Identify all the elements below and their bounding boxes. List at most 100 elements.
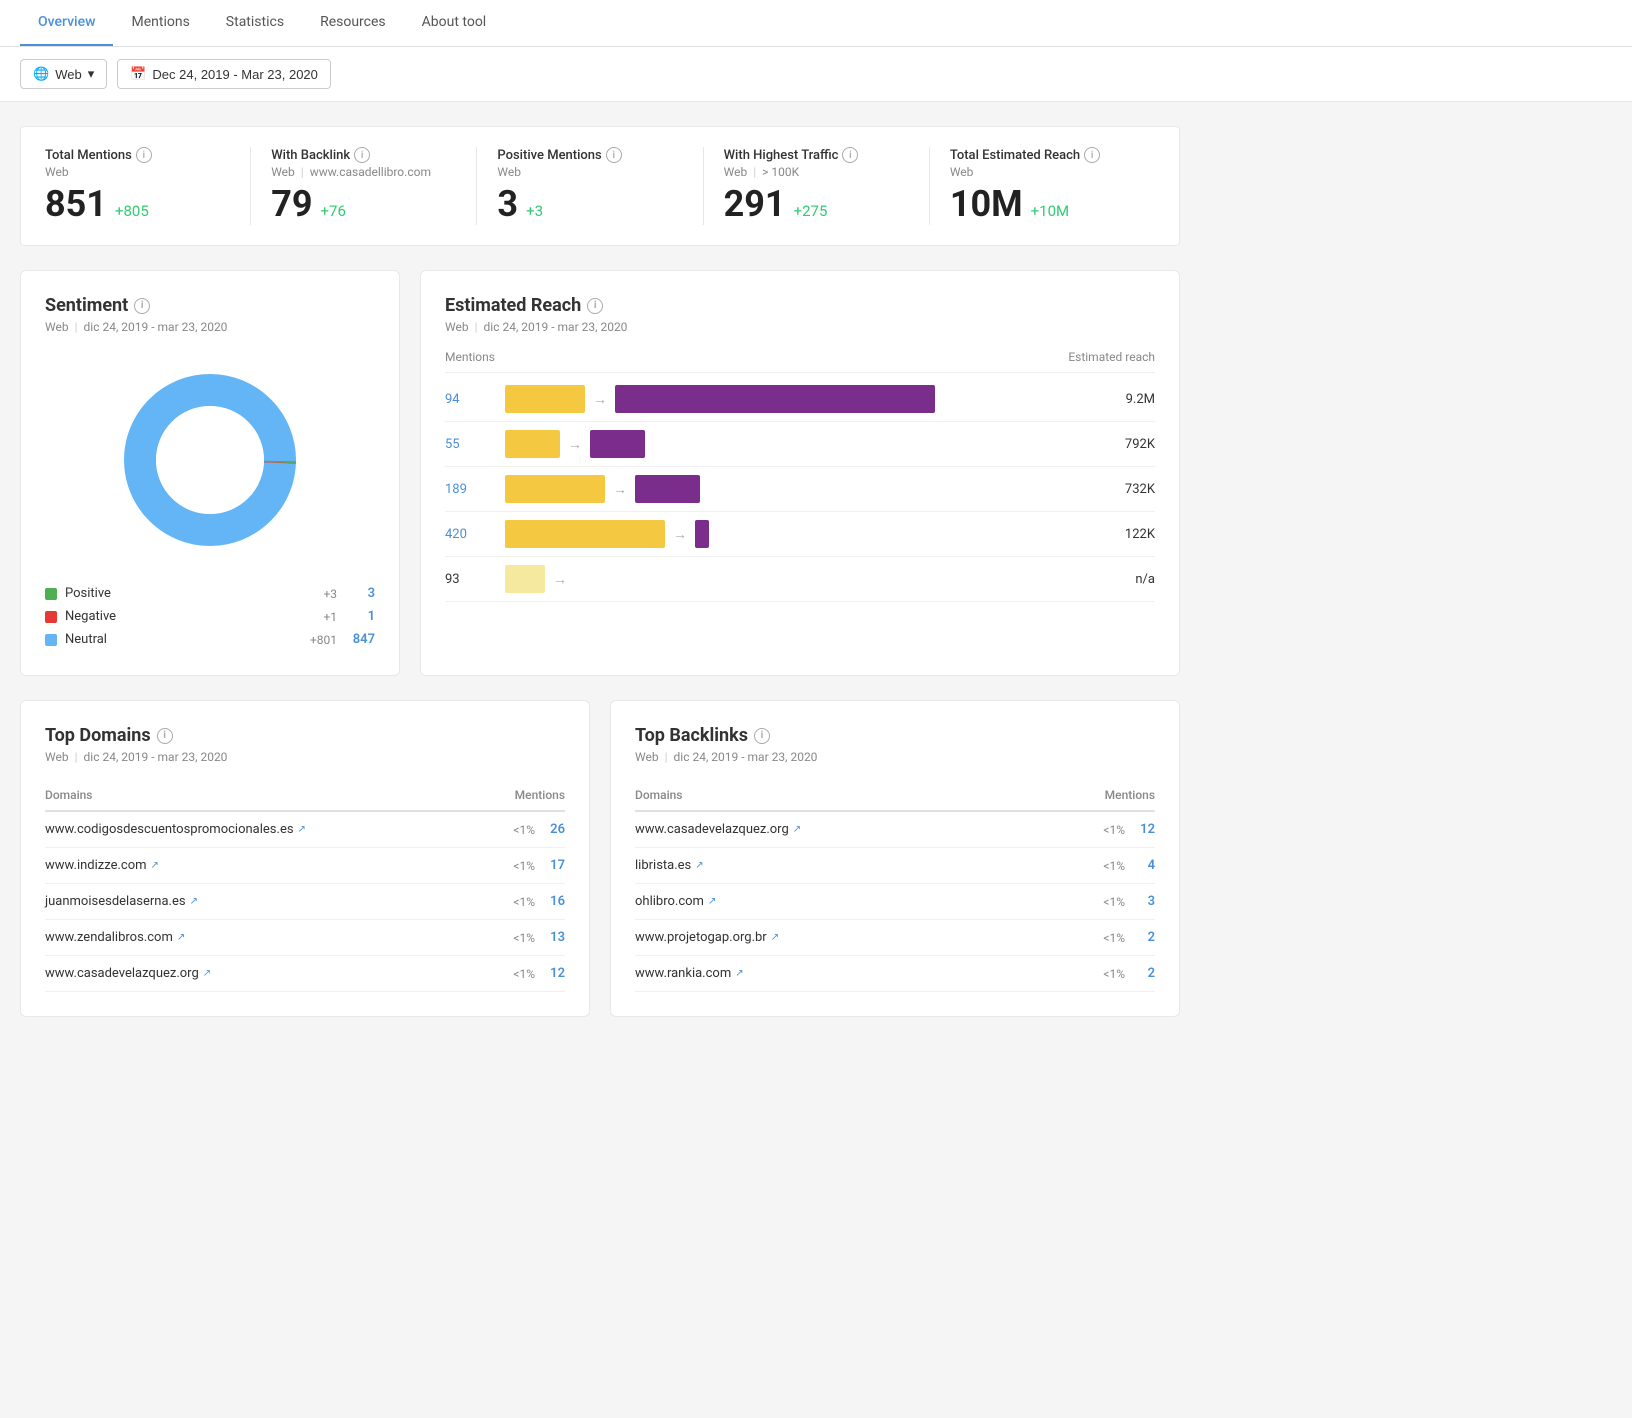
reach-row-0-purple-bar [615,385,935,413]
total-mentions-info[interactable]: i [136,147,152,163]
backlink-4-count[interactable]: 2 [1125,966,1155,981]
backlink-0-count[interactable]: 12 [1125,822,1155,837]
stat-positive-delta: +3 [526,202,543,220]
backlink-3-ext-icon[interactable]: ↗ [771,932,779,943]
stat-positive-mentions: Positive Mentions i Web 3 +3 [477,147,703,225]
backlink-2-ext-icon[interactable]: ↗ [708,896,716,907]
top-backlinks-source: Web [635,750,659,764]
domain-3-ext-icon[interactable]: ↗ [177,932,185,943]
domain-3-name[interactable]: www.zendalibros.com [45,930,173,945]
domain-2-count[interactable]: 16 [535,894,565,909]
backlink-0-name[interactable]: www.casadevelazquez.org [635,822,789,837]
backlink-2-pct: <1% [1085,895,1125,909]
reach-row-0: 94 → 9.2M [445,377,1155,422]
reach-card-info-icon[interactable]: i [587,298,603,314]
reach-row-1-yellow-bar [505,430,560,458]
reach-row-2-mentions[interactable]: 189 [445,482,505,497]
domain-2-ext-icon[interactable]: ↗ [190,896,198,907]
stat-total-mentions-label: Total Mentions [45,148,132,163]
reach-row-2-purple-bar [635,475,700,503]
tab-statistics[interactable]: Statistics [208,0,302,46]
backlink-2-name[interactable]: ohlibro.com [635,894,704,909]
stat-reach-value: 10M [950,183,1023,225]
reach-row-3: 420 → 122K [445,512,1155,557]
domain-row-4: www.casadevelazquez.org ↗ <1% 12 [45,956,565,992]
domain-1-count[interactable]: 17 [535,858,565,873]
calendar-icon: 📅 [130,66,146,82]
reach-table-header: Mentions Estimated reach [445,350,1155,373]
sentiment-info-icon[interactable]: i [134,298,150,314]
stat-backlink-value: 79 [271,183,312,225]
traffic-info[interactable]: i [842,147,858,163]
chevron-down-icon: ▾ [88,66,95,82]
sentiment-date-range: dic 24, 2019 - mar 23, 2020 [84,320,228,334]
top-domains-table: Domains Mentions www.codigosdescuentospr… [45,780,565,992]
backlink-4-pct: <1% [1085,967,1125,981]
tab-mentions[interactable]: Mentions [113,0,207,46]
positive-info[interactable]: i [606,147,622,163]
reach-row-1-mentions[interactable]: 55 [445,437,505,452]
backlink-1-count[interactable]: 4 [1125,858,1155,873]
top-domains-info-icon[interactable]: i [157,728,173,744]
domain-2-name[interactable]: juanmoisesdelaserna.es [45,894,186,909]
backlink-3-count[interactable]: 2 [1125,930,1155,945]
top-domains-card: Top Domains i Web | dic 24, 2019 - mar 2… [20,700,590,1017]
stats-row: Total Mentions i Web 851 +805 With Backl… [20,126,1180,246]
stat-total-mentions: Total Mentions i Web 851 +805 [45,147,251,225]
domain-row-1: www.indizze.com ↗ <1% 17 [45,848,565,884]
legend-neutral-delta: +801 [297,633,337,647]
backlink-0-pct: <1% [1085,823,1125,837]
web-filter-button[interactable]: 🌐 Web ▾ [20,59,107,89]
stat-traffic-delta: +275 [794,202,828,220]
domain-0-count[interactable]: 26 [535,822,565,837]
legend-negative: Negative +1 1 [45,605,375,628]
tab-overview[interactable]: Overview [20,0,113,46]
reach-row-2-value: 732K [1095,482,1155,497]
backlink-0-ext-icon[interactable]: ↗ [793,824,801,835]
domain-row-0: www.codigosdescuentospromocionales.es ↗ … [45,812,565,848]
backlink-4-name[interactable]: www.rankia.com [635,966,731,981]
sentiment-title: Sentiment [45,295,128,316]
legend-neutral-value[interactable]: 847 [345,632,375,647]
legend-positive-value[interactable]: 3 [345,586,375,601]
domain-1-ext-icon[interactable]: ↗ [151,860,159,871]
stat-reach-sub: Web [950,165,974,179]
sentiment-legend: Positive +3 3 Negative +1 1 Neutral +801… [45,582,375,651]
reach-row-2-bars: → [505,475,1095,503]
tab-about[interactable]: About tool [404,0,505,46]
backlink-1-ext-icon[interactable]: ↗ [695,860,703,871]
backlink-2-count[interactable]: 3 [1125,894,1155,909]
reach-row-4-value: n/a [1095,572,1155,587]
reach-row-0-mentions[interactable]: 94 [445,392,505,407]
top-backlinks-info-icon[interactable]: i [754,728,770,744]
backlink-1-name[interactable]: librista.es [635,858,691,873]
tab-resources[interactable]: Resources [302,0,404,46]
legend-negative-delta: +1 [297,610,337,624]
reach-info[interactable]: i [1084,147,1100,163]
reach-row-0-arrow: → [593,391,607,408]
reach-row-4-bars: → [505,565,1095,593]
domain-3-count[interactable]: 13 [535,930,565,945]
domain-1-name[interactable]: www.indizze.com [45,858,147,873]
domain-4-name[interactable]: www.casadevelazquez.org [45,966,199,981]
reach-row-1-purple-bar [590,430,645,458]
date-filter-button[interactable]: 📅 Dec 24, 2019 - Mar 23, 2020 [117,59,331,89]
domain-4-count[interactable]: 12 [535,966,565,981]
domain-0-name[interactable]: www.codigosdescuentospromocionales.es [45,822,294,837]
reach-row-0-value: 9.2M [1095,392,1155,407]
backlink-4-ext-icon[interactable]: ↗ [735,968,743,979]
domain-4-pct: <1% [495,967,535,981]
legend-positive-delta: +3 [297,587,337,601]
backlinks-col-mentions: Mentions [1105,788,1155,802]
reach-title: Estimated Reach [445,295,581,316]
stat-estimated-reach: Total Estimated Reach i Web 10M +10M [930,147,1155,225]
domain-4-ext-icon[interactable]: ↗ [203,968,211,979]
legend-positive: Positive +3 3 [45,582,375,605]
domain-0-ext-icon[interactable]: ↗ [298,824,306,835]
reach-table: Mentions Estimated reach 94 → 9.2M 55 [445,350,1155,602]
backlink-3-name[interactable]: www.projetogap.org.br [635,930,767,945]
donut-container [45,350,375,570]
reach-row-3-mentions[interactable]: 420 [445,527,505,542]
legend-negative-value[interactable]: 1 [345,609,375,624]
backlink-info[interactable]: i [354,147,370,163]
